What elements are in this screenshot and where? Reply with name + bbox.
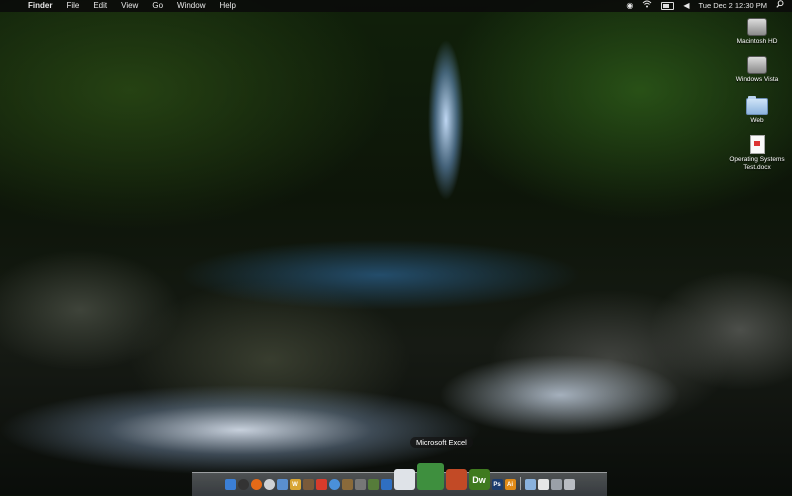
desktop-icon-web[interactable]: Web [722, 96, 792, 125]
menu-file[interactable]: File [59, 0, 86, 12]
finder-icon[interactable] [224, 479, 236, 490]
desktop-wallpaper [0, 0, 792, 495]
documents-stack-icon[interactable] [537, 479, 549, 490]
dock-tooltip: Microsoft Excel [410, 437, 473, 448]
menu-bar: Finder File Edit View Go Window Help ◉ ◀… [0, 0, 792, 12]
calendar-icon[interactable] [315, 479, 327, 490]
word-icon[interactable]: W [289, 479, 301, 490]
hard-drive-icon [747, 18, 767, 36]
volume-icon[interactable]: ◀ [683, 0, 689, 12]
menu-view[interactable]: View [114, 0, 145, 12]
battery-icon[interactable] [661, 2, 675, 10]
firefox-icon[interactable] [250, 479, 262, 490]
dock-separator [519, 477, 521, 490]
desktop-icon-macintosh-hd[interactable]: Macintosh HD [722, 18, 792, 46]
desktop-icon-windows-vista[interactable]: Windows Vista [722, 56, 792, 84]
menu-window[interactable]: Window [170, 0, 212, 12]
dreamweaver-icon[interactable]: Dw [468, 469, 490, 490]
menu-extras: ◉ ◀ Tue Dec 2 12:30 PM [626, 0, 792, 12]
trash-icon[interactable] [563, 479, 575, 490]
downloads-icon[interactable] [550, 479, 562, 490]
document-icon [749, 135, 765, 154]
desktop-icon-label: Web [750, 117, 764, 124]
desktop-icon-operating-systems-test[interactable]: Operating Systems Test.docx [722, 135, 792, 171]
folder-icon [746, 96, 768, 115]
illustrator-icon[interactable]: Ai [504, 479, 516, 490]
spotlight-status-icon[interactable]: ◉ [626, 0, 633, 12]
desktop-icon-label: Windows Vista [735, 76, 779, 83]
menu-go[interactable]: Go [145, 0, 170, 12]
menu-finder[interactable]: Finder [22, 0, 59, 12]
address-book-icon[interactable] [302, 479, 314, 490]
desktop-icon-label: Operating Systems Test.docx [729, 156, 785, 171]
cd-icon[interactable] [263, 479, 275, 490]
dock: W Dw Ps Ai [192, 456, 607, 490]
menu-edit[interactable]: Edit [86, 0, 114, 12]
dashboard-icon[interactable] [237, 479, 249, 490]
hard-drive-icon [747, 56, 767, 74]
preview-icon[interactable] [367, 479, 379, 490]
documents-icon[interactable] [393, 469, 415, 490]
applications-folder-icon[interactable] [524, 479, 536, 490]
tools-icon[interactable] [354, 479, 366, 490]
menu-help[interactable]: Help [212, 0, 242, 12]
desktop-icon-label: Macintosh HD [736, 38, 778, 45]
photo-icon[interactable] [341, 479, 353, 490]
search-icon[interactable] [776, 0, 784, 12]
excel-icon[interactable] [416, 463, 444, 490]
powerpoint-icon[interactable] [445, 469, 467, 490]
menu-clock[interactable]: Tue Dec 2 12:30 PM [698, 0, 767, 12]
photoshop-icon[interactable]: Ps [491, 479, 503, 490]
wifi-icon[interactable] [642, 0, 652, 12]
safari-icon[interactable] [328, 479, 340, 490]
mail-icon[interactable] [276, 479, 288, 490]
app-store-icon[interactable] [380, 479, 392, 490]
